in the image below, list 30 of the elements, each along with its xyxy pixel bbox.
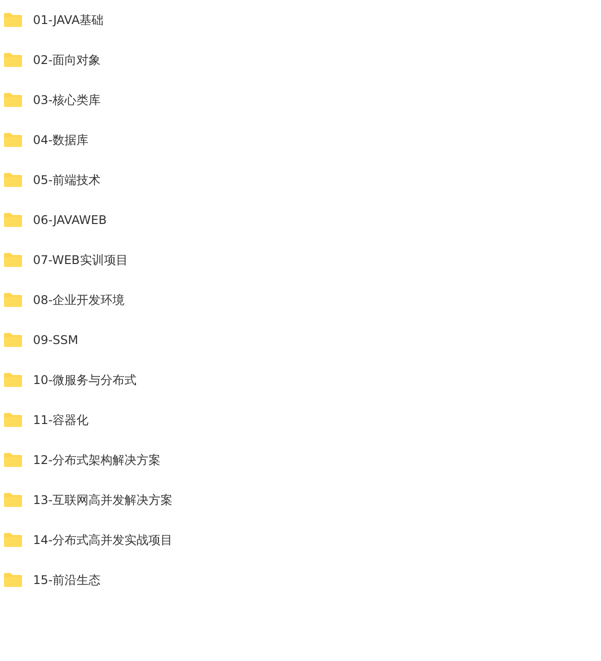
folder-icon [3,292,23,308]
folder-icon [3,532,23,548]
folder-icon [3,172,23,188]
folder-name[interactable]: 07-WEB实训项目 [33,252,128,268]
folder-icon [3,492,23,508]
folder-icon [3,212,23,228]
folder-icon [3,52,23,68]
folder-name[interactable]: 01-JAVA基础 [33,12,104,28]
folder-icon [3,452,23,468]
folder-icon [3,372,23,388]
folder-icon [3,412,23,428]
folder-name[interactable]: 04-数据库 [33,132,89,148]
folder-icon [3,12,23,28]
folder-name[interactable]: 11-容器化 [33,412,89,428]
folder-name[interactable]: 05-前端技术 [33,172,101,188]
folder-icon [3,572,23,588]
folder-name[interactable]: 03-核心类库 [33,92,101,108]
folder-name[interactable]: 06-JAVAWEB [33,213,107,227]
folder-name[interactable]: 10-微服务与分布式 [33,372,137,388]
folder-name[interactable]: 02-面向对象 [33,52,101,68]
folder-name[interactable]: 14-分布式高并发实战项目 [33,532,173,548]
folder-icon [3,332,23,348]
folder-name[interactable]: 12-分布式架构解决方案 [33,452,161,468]
folder-name[interactable]: 13-互联网高并发解决方案 [33,492,173,508]
folder-icon [3,92,23,108]
folder-name[interactable]: 15-前沿生态 [33,572,101,588]
folder-icon [3,132,23,148]
folder-name[interactable]: 08-企业开发环境 [33,292,125,308]
folder-icon [3,252,23,268]
folder-name[interactable]: 09-SSM [33,333,78,347]
